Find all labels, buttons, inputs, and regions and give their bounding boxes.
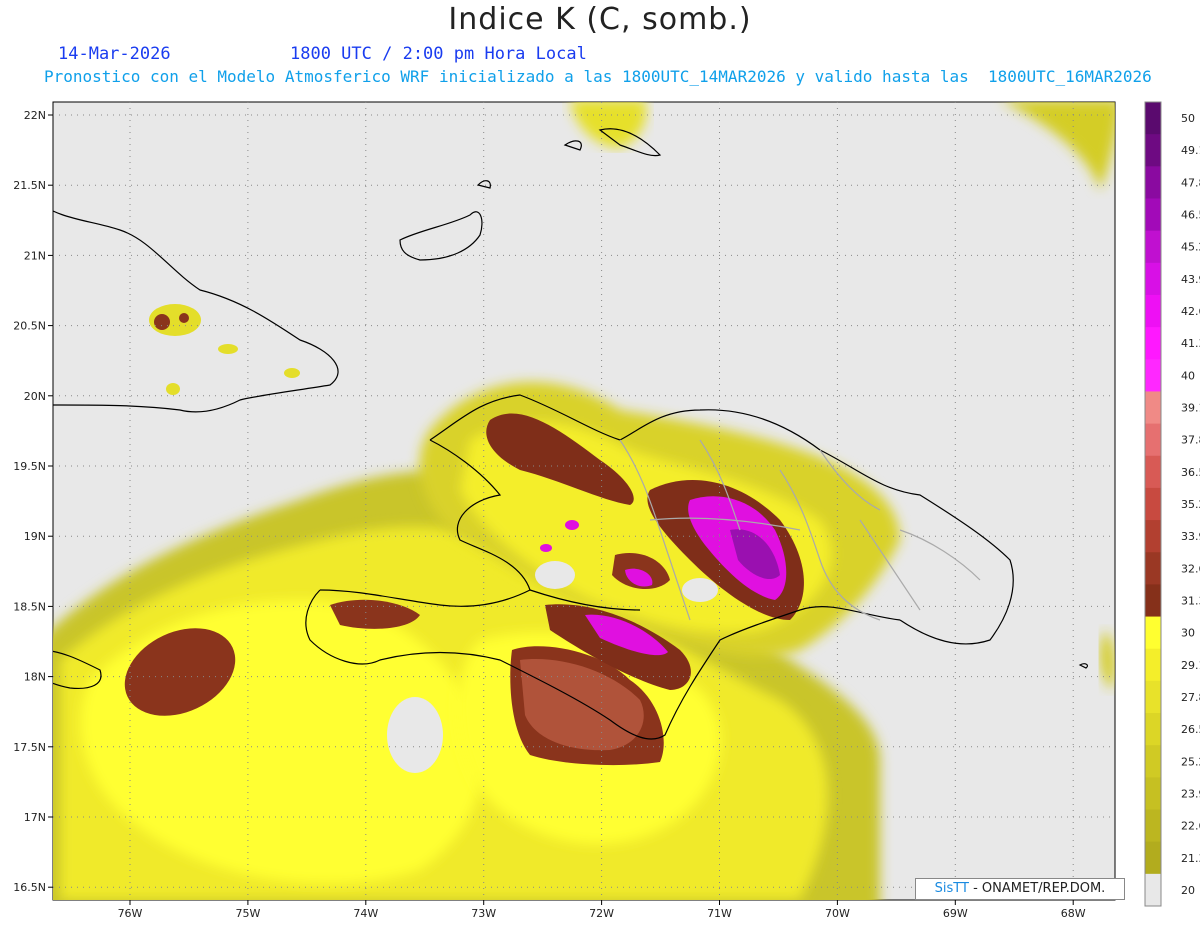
legend-label: 30 [1181,627,1195,640]
legend-label: 23.9 [1181,787,1200,800]
core-magenta-small-2 [565,520,579,530]
legend-label: 49.1 [1181,144,1200,157]
legend-swatch [1145,552,1161,585]
legend-swatch [1145,230,1161,264]
lon-label: 70W [825,907,850,920]
lat-label: 22N [24,109,46,122]
credit-org: - ONAMET/REP.DOM. [973,881,1106,896]
legend-label: 42.6 [1181,305,1200,318]
legend-swatch [1145,487,1161,521]
legend-label: 26.5 [1181,723,1200,736]
legend-label: 22.6 [1181,820,1200,833]
cuba-spot-1-core2 [179,313,189,323]
legend-label: 31.3 [1181,594,1200,607]
lat-label: 16.5N [13,881,46,894]
legend-label: 50 [1181,112,1195,125]
lat-label: 19.5N [13,460,46,473]
lon-label: 74W [353,907,378,920]
lat-label: 19N [24,530,46,543]
legend-label: 20 [1181,884,1195,897]
color-legend: 50 49.1 47.8 46.5 45.2 43.9 42.6 41.3 40 39.1 37.8… [1144,101,1200,907]
legend-swatch [1145,680,1161,714]
lon-label: 69W [943,907,968,920]
legend-swatch [1145,873,1161,907]
latitude-labels: 22N 21.5N 21N 20.5N 20N 19.5N 19N 18.5N 18N 17.5N… [13,109,53,894]
lat-label: 18N [24,671,46,684]
legend-swatch [1145,423,1161,457]
legend-label: 43.9 [1181,273,1200,286]
lon-label: 76W [118,907,143,920]
cuba-spot-4 [166,383,180,395]
credit-box: SisTT - ONAMET/REP.DOM. [915,878,1125,900]
legend-swatch [1145,262,1161,296]
cuba-spot-1-core [154,314,170,330]
legend-label: 47.8 [1181,176,1200,189]
cuba-spot-2 [218,344,238,354]
cuba-spot-3 [284,368,300,378]
legend-label: 32.6 [1181,562,1200,575]
legend-label: 35.2 [1181,498,1200,511]
legend-label: 37.8 [1181,434,1200,447]
legend-swatch [1145,166,1161,199]
legend-swatch [1145,391,1161,425]
lat-label: 17N [24,811,46,824]
legend-label: 39.1 [1181,402,1200,415]
legend-label: 27.8 [1181,691,1200,704]
legend-label: 21.3 [1181,852,1200,865]
lat-label: 21.5N [13,179,46,192]
lon-label: 68W [1061,907,1086,920]
lon-label: 73W [471,907,496,920]
legend-swatch [1145,198,1161,232]
hole-gonave [535,561,575,589]
lat-label: 21N [24,249,46,262]
lat-label: 18.5N [13,600,46,613]
legend-swatch [1145,648,1161,682]
legend-label: 36.5 [1181,466,1200,479]
core-magenta-small-3 [540,544,552,552]
legend-label: 25.2 [1181,755,1200,768]
legend-swatch [1145,777,1161,811]
legend-swatch [1145,294,1161,328]
legend-label: 40 [1181,369,1195,382]
legend-label: 46.5 [1181,209,1200,222]
legend-swatch [1145,327,1161,360]
legend-swatch [1145,616,1161,650]
legend-swatch [1145,134,1161,167]
legend-swatch [1145,584,1161,618]
lat-label: 17.5N [13,741,46,754]
k-index-map: 22N 21.5N 21N 20.5N 20N 19.5N 19N 18.5N 18N 17.5N… [13,101,1200,920]
lat-label: 20N [24,390,46,403]
legend-swatch [1145,713,1161,746]
lat-label: 20.5N [13,320,46,333]
legend-swatch [1145,520,1161,553]
credit-brand: SisTT [934,881,969,896]
hole-south-west [387,697,443,773]
legend-swatch [1145,745,1161,778]
legend-swatch [1145,841,1161,875]
legend-label: 41.3 [1181,337,1200,350]
legend-swatch [1145,455,1161,489]
longitude-labels: 76W 75W 74W 73W 72W 71W 70W 69W 68W [118,900,1086,920]
hole-central [682,578,718,602]
lon-label: 75W [235,907,260,920]
legend-label: 29.1 [1181,659,1200,672]
legend-swatch [1145,359,1161,392]
lon-label: 71W [707,907,732,920]
legend-label: 45.2 [1181,241,1200,254]
legend-swatch [1145,809,1161,843]
legend-label: 33.9 [1181,530,1200,543]
legend-swatch [1145,102,1161,135]
lon-label: 72W [589,907,614,920]
